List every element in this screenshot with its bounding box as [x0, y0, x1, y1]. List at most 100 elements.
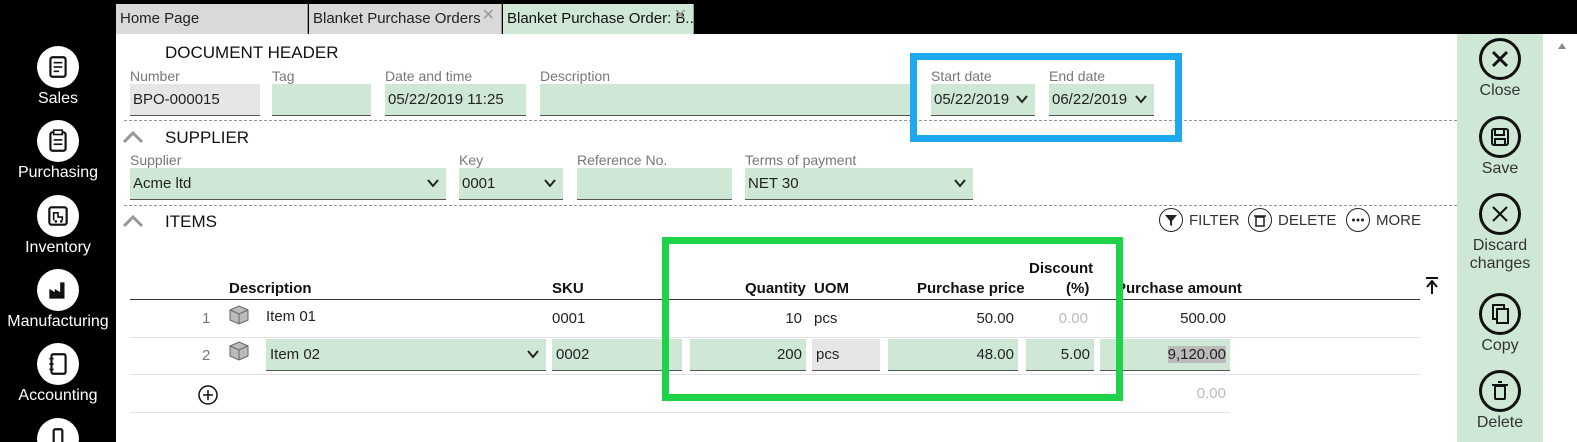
delete-row-button[interactable]: DELETE	[1248, 208, 1336, 232]
items-section-title: ITEMS	[165, 212, 217, 231]
highlight-quantities	[662, 237, 1123, 401]
close-icon	[1479, 38, 1521, 80]
tab-close-icon[interactable]: ✕	[482, 5, 495, 25]
terms-label: Terms of payment	[745, 152, 857, 168]
item-sku: 0001	[552, 310, 586, 327]
discard-changes-button[interactable]: Discard changes	[1457, 193, 1543, 273]
phone-icon	[37, 418, 79, 442]
col-description[interactable]: Description	[229, 280, 312, 297]
nav-label: Manufacturing	[7, 313, 109, 330]
tag-label: Tag	[272, 68, 295, 84]
left-nav: Sales Purchasing Inventory Manufacturing…	[0, 0, 116, 442]
sales-icon	[37, 46, 79, 88]
description-label: Description	[540, 68, 611, 84]
reference-label: Reference No.	[577, 152, 668, 168]
trash-icon	[1248, 208, 1272, 232]
key-label: Key	[459, 152, 484, 168]
save-icon	[1479, 116, 1521, 158]
copy-icon	[1479, 293, 1521, 335]
key-select[interactable]: 0001	[459, 168, 563, 200]
tab-blanket-purchase-order-detail[interactable]: Blanket Purchase Order: B... ✕	[503, 4, 694, 34]
nav-more[interactable]	[0, 418, 116, 442]
terms-select[interactable]: NET 30	[745, 168, 973, 200]
highlight-dates	[910, 53, 1182, 142]
tab-blanket-purchase-orders[interactable]: Blanket Purchase Orders ✕	[309, 4, 502, 34]
box-icon	[229, 305, 249, 325]
tab-label: Home Page	[120, 10, 200, 27]
description-field[interactable]	[540, 84, 916, 116]
save-button[interactable]: Save	[1457, 116, 1543, 178]
delete-button[interactable]: Delete	[1457, 370, 1543, 432]
nav-label: Inventory	[25, 239, 91, 256]
vertical-scrollbar[interactable]	[1543, 34, 1577, 442]
item-amount: 9,120.00	[1167, 346, 1226, 363]
row-separator	[130, 412, 1230, 413]
delete-label: Delete	[1476, 414, 1524, 431]
document-header-title: DOCUMENT HEADER	[165, 43, 339, 62]
divider	[124, 205, 1457, 206]
number-field[interactable]: BPO-000015	[130, 84, 260, 116]
supplier-value: Acme ltd	[133, 175, 192, 192]
nav-sales[interactable]: Sales	[0, 46, 116, 108]
more-button[interactable]: MORE	[1346, 208, 1421, 232]
save-label: Save	[1481, 160, 1519, 177]
scroll-top-icon[interactable]	[1425, 276, 1439, 296]
col-sku[interactable]: SKU	[552, 280, 584, 297]
manufacturing-icon	[37, 269, 79, 311]
filter-button[interactable]: FILTER	[1159, 208, 1240, 232]
discard-icon	[1479, 193, 1521, 235]
reference-field[interactable]	[577, 168, 732, 200]
filter-icon	[1159, 208, 1183, 232]
nav-accounting[interactable]: Accounting	[0, 343, 116, 405]
action-panel: Close Save Discard changes Copy Delete	[1457, 34, 1543, 442]
item-description: Item 02	[270, 346, 321, 363]
new-row-amount: 0.00	[1196, 385, 1226, 402]
col-purchase-amount[interactable]: Purchase amount	[1116, 280, 1242, 297]
nav-label: Accounting	[18, 387, 98, 404]
more-icon	[1346, 208, 1370, 232]
chevron-down-icon	[527, 350, 539, 359]
inventory-icon	[37, 195, 79, 237]
chevron-up-icon[interactable]	[122, 130, 144, 144]
divider	[124, 120, 1457, 121]
supplier-section-title: SUPPLIER	[165, 128, 250, 147]
number-label: Number	[130, 68, 180, 84]
add-row-icon[interactable]	[197, 384, 219, 406]
delete-icon	[1479, 370, 1521, 412]
discard-label: Discard changes	[1469, 237, 1531, 272]
tag-field[interactable]	[272, 84, 371, 116]
nav-label: Sales	[37, 90, 79, 107]
tab-label: Blanket Purchase Orders	[313, 10, 481, 27]
datetime-field[interactable]: 05/22/2019 11:25	[385, 84, 526, 116]
nav-purchasing[interactable]: Purchasing	[0, 120, 116, 182]
chevron-down-icon	[544, 179, 556, 188]
row-number: 2	[202, 347, 211, 364]
nav-label: Purchasing	[17, 164, 99, 181]
supplier-select[interactable]: Acme ltd	[130, 168, 446, 200]
close-label: Close	[1479, 82, 1521, 99]
purchasing-icon	[37, 120, 79, 162]
supplier-label: Supplier	[130, 152, 182, 168]
nav-inventory[interactable]: Inventory	[0, 195, 116, 257]
box-icon	[229, 341, 249, 361]
filter-label: FILTER	[1189, 211, 1240, 229]
more-label: MORE	[1376, 211, 1421, 229]
tab-label: Blanket Purchase Order: B...	[507, 10, 694, 27]
tab-bar: Home Page Blanket Purchase Orders ✕ Blan…	[116, 0, 1577, 34]
scroll-up-arrow-icon[interactable]	[1557, 42, 1567, 50]
tab-close-icon[interactable]: ✕	[674, 5, 687, 25]
copy-label: Copy	[1481, 337, 1519, 354]
datetime-label: Date and time	[385, 68, 473, 84]
item-amount: 500.00	[1180, 310, 1226, 327]
chevron-up-icon[interactable]	[122, 214, 144, 228]
tab-home-page[interactable]: Home Page	[116, 4, 308, 34]
close-button[interactable]: Close	[1457, 38, 1543, 100]
copy-button[interactable]: Copy	[1457, 293, 1543, 355]
row-number: 1	[202, 310, 211, 327]
nav-manufacturing[interactable]: Manufacturing	[0, 269, 116, 331]
accounting-icon	[37, 343, 79, 385]
delete-label: DELETE	[1278, 211, 1337, 229]
chevron-down-icon	[427, 179, 439, 188]
item-description: Item 01	[266, 308, 317, 325]
item-description-select[interactable]: Item 02	[266, 339, 546, 371]
